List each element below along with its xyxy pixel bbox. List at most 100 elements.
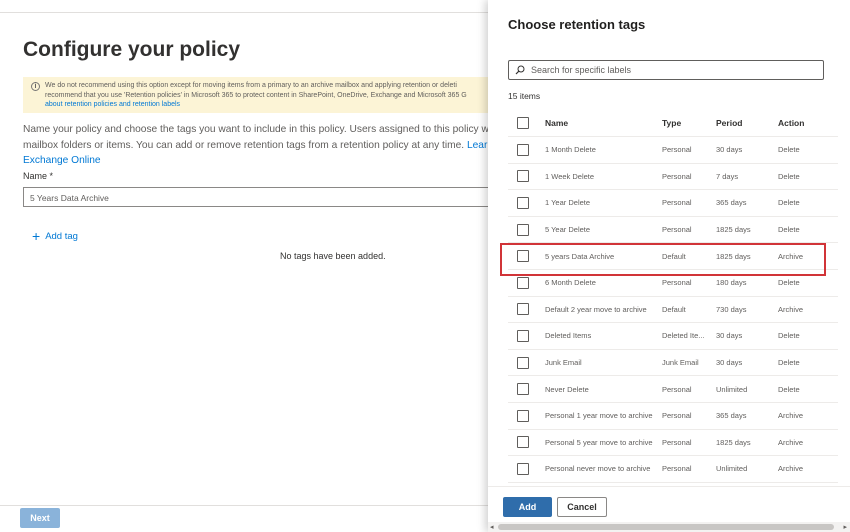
row-checkbox[interactable]: [517, 143, 529, 156]
row-checkbox[interactable]: [517, 170, 529, 183]
row-period: 365 days: [716, 411, 747, 421]
row-name: Deleted Items: [545, 331, 592, 341]
table-row[interactable]: Deleted Items Deleted Ite... 30 days Delete: [508, 323, 838, 350]
row-period: 730 days: [716, 304, 747, 314]
search-input[interactable]: Search for specific labels: [508, 60, 824, 80]
row-type: Personal: [662, 145, 692, 155]
scroll-left-icon[interactable]: ◂: [490, 523, 494, 531]
row-checkbox[interactable]: [517, 329, 529, 342]
plus-icon: +: [32, 228, 41, 244]
table-row[interactable]: 5 years Data Archive Default 1825 days Arch…: [508, 243, 838, 270]
warning-learn-more-link[interactable]: about retention policies and retention l…: [45, 101, 180, 108]
divider: [488, 486, 850, 487]
table-row[interactable]: Personal 5 year move to archive Personal 1…: [508, 430, 838, 457]
column-header-action[interactable]: Action: [778, 118, 828, 128]
row-name: 1 Week Delete: [545, 171, 595, 181]
row-name: Never Delete: [545, 384, 589, 394]
row-name: 5 years Data Archive: [545, 251, 615, 261]
row-period: 1825 days: [716, 225, 751, 235]
row-type: Personal: [662, 171, 692, 181]
row-name: 6 Month Delete: [545, 278, 596, 288]
table-row[interactable]: 1 Year Delete Personal 365 days Delete: [508, 190, 838, 217]
table-header: Name Type Period Action: [508, 110, 838, 137]
row-checkbox[interactable]: [517, 250, 529, 263]
row-period: Unlimited: [716, 464, 748, 474]
description-line-1: Name your policy and choose the tags you…: [23, 124, 488, 135]
row-action: Archive: [778, 304, 804, 314]
row-name: Personal never move to archive: [545, 464, 651, 474]
column-header-period[interactable]: Period: [716, 118, 771, 128]
table-row[interactable]: Personal 1 year move to archive Personal 3…: [508, 403, 838, 430]
row-name: 1 Year Delete: [545, 198, 591, 208]
row-checkbox[interactable]: [517, 409, 529, 422]
table-row[interactable]: Personal never move to archive Personal Un…: [508, 456, 838, 483]
cancel-button[interactable]: Cancel: [557, 497, 607, 517]
items-count: 15 items: [508, 91, 541, 101]
row-checkbox[interactable]: [517, 383, 529, 396]
warning-message-bar: i We do not recommend using this option …: [23, 77, 488, 113]
exchange-online-link[interactable]: Exchange Online: [23, 155, 101, 166]
row-checkbox[interactable]: [517, 462, 529, 475]
row-type: Default: [662, 251, 686, 261]
row-period: Unlimited: [716, 384, 748, 394]
add-button[interactable]: Add: [503, 497, 552, 517]
row-checkbox[interactable]: [517, 436, 529, 449]
row-action: Delete: [778, 171, 800, 181]
table-row[interactable]: Never Delete Personal Unlimited Delete: [508, 376, 838, 403]
choose-retention-tags-panel: Choose retention tags Search for specifi…: [488, 0, 850, 532]
row-period: 7 days: [716, 171, 739, 181]
row-action: Archive: [778, 437, 804, 447]
row-period: 30 days: [716, 358, 743, 368]
no-tags-message: No tags have been added.: [280, 251, 386, 261]
learn-more-link[interactable]: Learn m: [467, 140, 488, 151]
policy-name-input[interactable]: 5 Years Data Archive: [23, 187, 489, 207]
row-checkbox[interactable]: [517, 356, 529, 369]
policy-description: Name your policy and choose the tags you…: [23, 122, 488, 169]
table-row[interactable]: 1 Week Delete Personal 7 days Delete: [508, 164, 838, 191]
row-action: Archive: [778, 411, 804, 421]
add-tag-label: Add tag: [45, 230, 78, 242]
row-action: Delete: [778, 278, 800, 288]
warning-line-1: We do not recommend using this option ex…: [45, 82, 457, 89]
select-all-checkbox[interactable]: [517, 117, 529, 129]
row-action: Delete: [778, 358, 800, 368]
row-action: Archive: [778, 251, 804, 261]
row-type: Personal: [662, 437, 692, 447]
description-line-2: mailbox folders or items. You can add or…: [23, 139, 465, 151]
warning-line-2: recommend that you use 'Retention polici…: [45, 91, 467, 99]
row-action: Delete: [778, 198, 800, 208]
divider: [0, 505, 488, 506]
row-checkbox[interactable]: [517, 276, 529, 289]
retention-tags-table: Name Type Period Action 1 Month Delete Pe…: [508, 110, 838, 483]
scroll-right-icon[interactable]: ▸: [843, 523, 847, 531]
row-action: Archive: [778, 464, 804, 474]
column-header-name[interactable]: Name: [545, 118, 657, 128]
table-row[interactable]: Junk Email Junk Email 30 days Delete: [508, 350, 838, 377]
row-name: Default 2 year move to archive: [545, 304, 647, 314]
row-checkbox[interactable]: [517, 303, 529, 316]
scrollbar-thumb[interactable]: [498, 524, 834, 530]
column-header-type[interactable]: Type: [662, 118, 712, 128]
add-tag-button[interactable]: + Add tag: [32, 228, 78, 244]
table-row[interactable]: 5 Year Delete Personal 1825 days Delete: [508, 217, 838, 244]
row-type: Personal: [662, 411, 692, 421]
table-row[interactable]: 6 Month Delete Personal 180 days Delete: [508, 270, 838, 297]
row-name: 1 Month Delete: [545, 145, 596, 155]
row-type: Personal: [662, 384, 692, 394]
row-checkbox[interactable]: [517, 196, 529, 209]
panel-title: Choose retention tags: [508, 17, 646, 32]
table-row[interactable]: Default 2 year move to archive Default 730…: [508, 297, 838, 324]
next-button[interactable]: Next: [20, 508, 60, 528]
row-action: Delete: [778, 225, 800, 235]
row-name: Personal 5 year move to archive: [545, 437, 653, 447]
horizontal-scrollbar[interactable]: ◂ ▸: [488, 522, 850, 532]
page-title: Configure your policy: [23, 38, 241, 61]
row-period: 30 days: [716, 145, 743, 155]
row-action: Delete: [778, 331, 800, 341]
table-row[interactable]: 1 Month Delete Personal 30 days Delete: [508, 137, 838, 164]
row-period: 1825 days: [716, 251, 751, 261]
row-type: Personal: [662, 225, 692, 235]
row-checkbox[interactable]: [517, 223, 529, 236]
search-icon: [515, 65, 525, 75]
row-action: Delete: [778, 145, 800, 155]
